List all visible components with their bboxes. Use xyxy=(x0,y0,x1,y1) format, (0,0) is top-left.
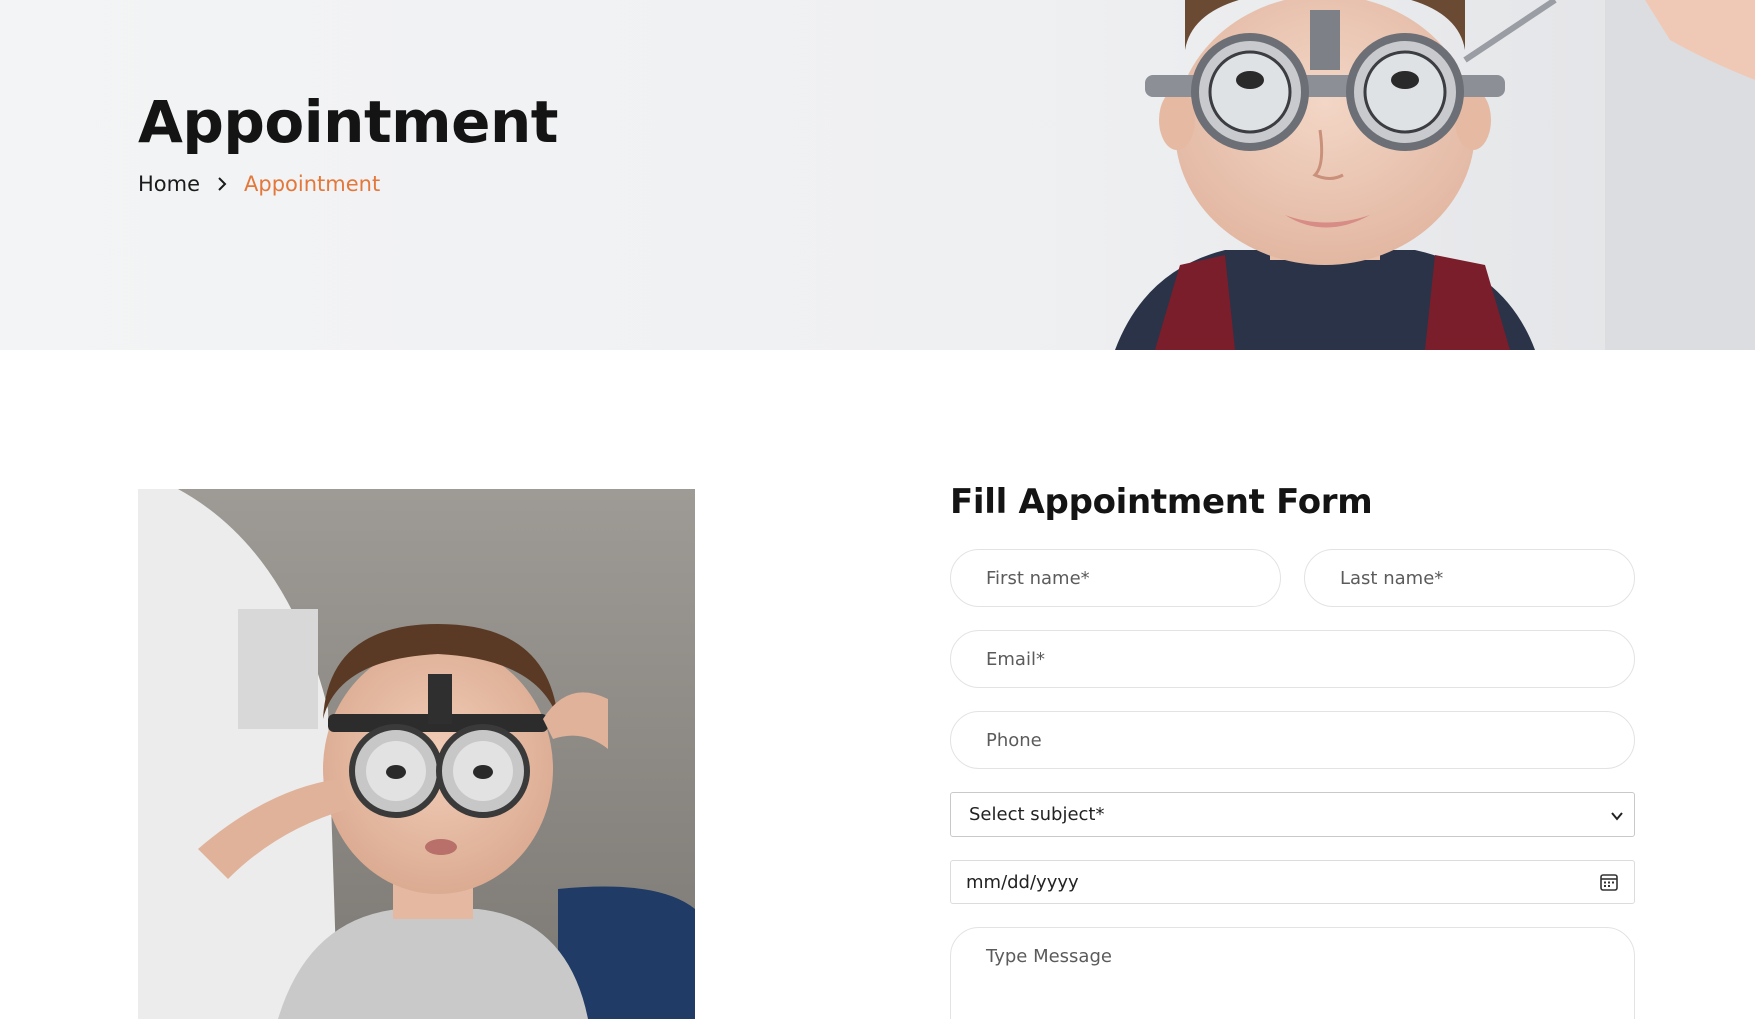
phone-input[interactable] xyxy=(950,711,1635,769)
first-name-input[interactable] xyxy=(950,549,1281,607)
hero-photo xyxy=(1085,0,1755,350)
page-title: Appointment xyxy=(138,88,558,156)
chevron-down-icon xyxy=(1610,807,1624,821)
subject-select-value: Select subject* xyxy=(969,804,1105,825)
calendar-icon[interactable] xyxy=(1599,872,1619,892)
chevron-right-icon xyxy=(214,176,230,192)
subject-select[interactable]: Select subject* xyxy=(950,792,1635,837)
last-name-input[interactable] xyxy=(1304,549,1635,607)
eye-exam-photo xyxy=(138,489,695,1019)
breadcrumb-current: Appointment xyxy=(244,172,381,196)
breadcrumb: Home Appointment xyxy=(138,172,380,196)
breadcrumb-home-link[interactable]: Home xyxy=(138,172,200,196)
date-input-placeholder: mm/dd/yyyy xyxy=(966,871,1079,893)
message-textarea[interactable] xyxy=(950,927,1635,1019)
date-input[interactable]: mm/dd/yyyy xyxy=(950,860,1635,904)
page-hero: Appointment Home Appointment xyxy=(0,0,1755,350)
email-input[interactable] xyxy=(950,630,1635,688)
form-title: Fill Appointment Form xyxy=(950,482,1373,522)
